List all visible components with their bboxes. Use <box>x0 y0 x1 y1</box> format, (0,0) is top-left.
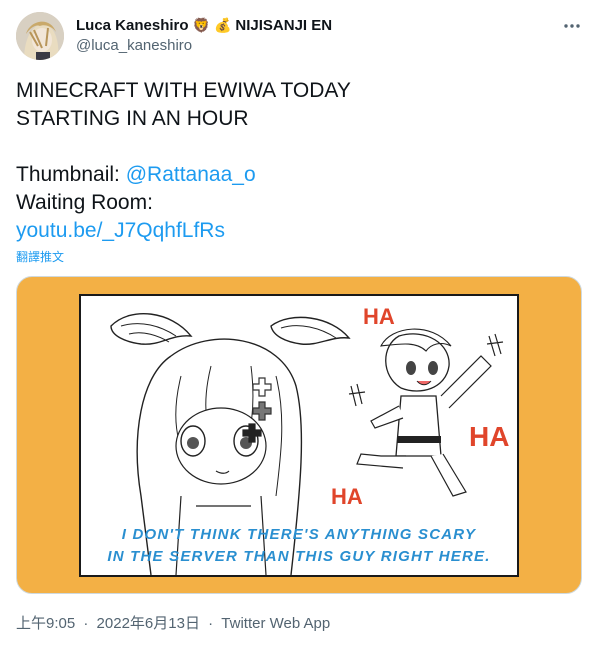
more-options-icon[interactable] <box>562 16 582 36</box>
caption-line-2: IN THE SERVER THAN THIS GUY RIGHT HERE. <box>107 548 490 565</box>
waiting-room-label: Waiting Room: <box>16 191 153 214</box>
tweet-line-1: MINECRAFT WITH EWIWA TODAY <box>16 79 351 102</box>
author-org: NIJISANJI EN <box>235 16 333 34</box>
sfx-ha-1: HA <box>363 304 395 329</box>
author-display-name[interactable]: Luca Kaneshiro <box>76 17 189 34</box>
translate-tweet-link[interactable]: 翻譯推文 <box>16 248 64 265</box>
thumbnail-label: Thumbnail: <box>16 163 126 186</box>
sfx-ha-2: HA <box>469 421 509 452</box>
comic-panel: HA HA HA I DON'T THINK THERE'S ANYTHING … <box>79 294 519 577</box>
waiting-room-link[interactable]: youtu.be/_J7QqhfLfRs <box>16 219 225 242</box>
comic-illustration: HA HA HA I DON'T THINK THERE'S ANYTHING … <box>107 304 509 575</box>
tweet-source[interactable]: Twitter Web App <box>221 615 330 632</box>
tweet-media-image[interactable]: HA HA HA I DON'T THINK THERE'S ANYTHING … <box>16 276 582 594</box>
tweet-time[interactable]: 上午9:05 <box>16 615 75 632</box>
meta-separator: · <box>83 615 89 632</box>
tweet-header: Luca Kaneshiro 🦁 💰 NIJISANJI EN @luca_ka… <box>16 12 582 60</box>
caption-line-1: I DON'T THINK THERE'S ANYTHING SCARY <box>122 526 477 543</box>
meta-separator-2: · <box>208 615 214 632</box>
thumbnail-credit: Thumbnail: @Rattanaa_o <box>16 161 576 189</box>
money-bag-emoji-icon: 💰 <box>213 17 232 33</box>
thumbnail-mention-link[interactable]: @Rattanaa_o <box>126 163 256 186</box>
author-names: Luca Kaneshiro 🦁 💰 NIJISANJI EN @luca_ka… <box>76 15 333 55</box>
tweet-text: MINECRAFT WITH EWIWA TODAY STARTING IN A… <box>16 77 576 245</box>
author-handle[interactable]: @luca_kaneshiro <box>76 37 332 54</box>
avatar[interactable] <box>16 12 64 60</box>
tweet-line-2: STARTING IN AN HOUR <box>16 107 249 130</box>
tweet-date[interactable]: 2022年6月13日 <box>97 615 200 632</box>
sfx-ha-3: HA <box>331 484 363 509</box>
tweet-metadata: 上午9:05 · 2022年6月13日 · Twitter Web App <box>16 612 330 633</box>
lion-emoji-icon: 🦁 <box>192 17 210 33</box>
